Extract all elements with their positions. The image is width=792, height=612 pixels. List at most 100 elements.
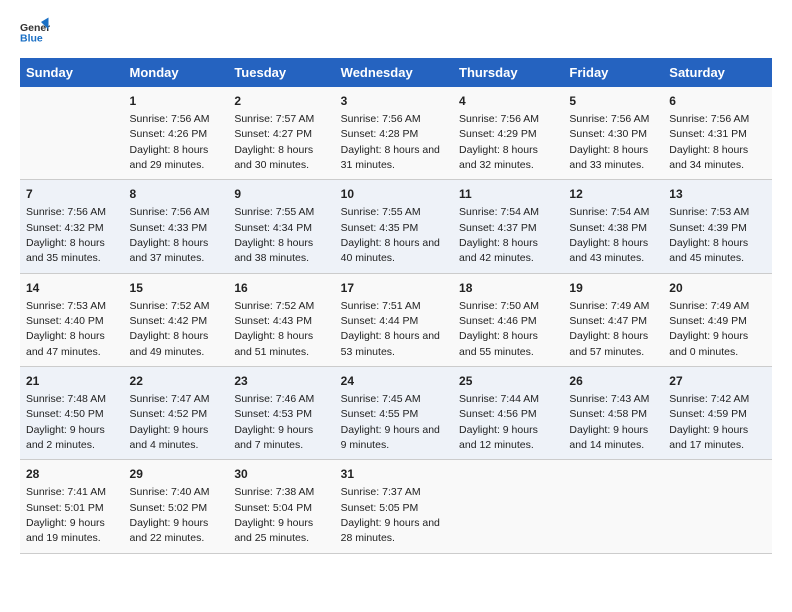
sunrise: Sunrise: 7:56 AM — [26, 206, 106, 218]
day-number: 14 — [26, 280, 118, 297]
sunrise: Sunrise: 7:40 AM — [130, 486, 210, 498]
col-header-saturday: Saturday — [663, 58, 772, 87]
daylight: Daylight: 8 hours and 45 minutes. — [669, 237, 748, 264]
day-cell: 31 Sunrise: 7:37 AM Sunset: 5:05 PM Dayl… — [335, 460, 453, 553]
day-number: 22 — [130, 373, 223, 390]
day-number: 5 — [569, 93, 657, 110]
day-number: 23 — [234, 373, 328, 390]
sunrise: Sunrise: 7:54 AM — [459, 206, 539, 218]
col-header-tuesday: Tuesday — [228, 58, 334, 87]
day-cell: 15 Sunrise: 7:52 AM Sunset: 4:42 PM Dayl… — [124, 273, 229, 366]
day-number: 13 — [669, 186, 766, 203]
sunrise: Sunrise: 7:48 AM — [26, 393, 106, 405]
day-cell: 1 Sunrise: 7:56 AM Sunset: 4:26 PM Dayli… — [124, 87, 229, 180]
day-number: 2 — [234, 93, 328, 110]
daylight: Daylight: 8 hours and 34 minutes. — [669, 144, 748, 171]
day-cell: 4 Sunrise: 7:56 AM Sunset: 4:29 PM Dayli… — [453, 87, 563, 180]
day-cell: 19 Sunrise: 7:49 AM Sunset: 4:47 PM Dayl… — [563, 273, 663, 366]
svg-text:Blue: Blue — [20, 33, 43, 45]
day-cell — [20, 87, 124, 180]
sunrise: Sunrise: 7:38 AM — [234, 486, 314, 498]
day-number: 12 — [569, 186, 657, 203]
daylight: Daylight: 9 hours and 14 minutes. — [569, 424, 648, 451]
day-cell: 27 Sunrise: 7:42 AM Sunset: 4:59 PM Dayl… — [663, 367, 772, 460]
daylight: Daylight: 9 hours and 12 minutes. — [459, 424, 538, 451]
daylight: Daylight: 8 hours and 47 minutes. — [26, 330, 105, 357]
day-number: 16 — [234, 280, 328, 297]
week-row-4: 21 Sunrise: 7:48 AM Sunset: 4:50 PM Dayl… — [20, 367, 772, 460]
day-number: 19 — [569, 280, 657, 297]
calendar-header: SundayMondayTuesdayWednesdayThursdayFrid… — [20, 58, 772, 87]
header: General Blue — [20, 16, 772, 46]
day-cell: 26 Sunrise: 7:43 AM Sunset: 4:58 PM Dayl… — [563, 367, 663, 460]
day-cell: 10 Sunrise: 7:55 AM Sunset: 4:35 PM Dayl… — [335, 180, 453, 273]
day-number: 17 — [341, 280, 447, 297]
daylight: Daylight: 8 hours and 57 minutes. — [569, 330, 648, 357]
sunrise: Sunrise: 7:56 AM — [569, 113, 649, 125]
sunrise: Sunrise: 7:52 AM — [130, 300, 210, 312]
sunrise: Sunrise: 7:49 AM — [669, 300, 749, 312]
day-cell: 18 Sunrise: 7:50 AM Sunset: 4:46 PM Dayl… — [453, 273, 563, 366]
daylight: Daylight: 8 hours and 31 minutes. — [341, 144, 440, 171]
day-number: 8 — [130, 186, 223, 203]
day-cell: 22 Sunrise: 7:47 AM Sunset: 4:52 PM Dayl… — [124, 367, 229, 460]
day-cell: 17 Sunrise: 7:51 AM Sunset: 4:44 PM Dayl… — [335, 273, 453, 366]
day-number: 3 — [341, 93, 447, 110]
week-row-1: 1 Sunrise: 7:56 AM Sunset: 4:26 PM Dayli… — [20, 87, 772, 180]
day-number: 7 — [26, 186, 118, 203]
sunrise: Sunrise: 7:53 AM — [26, 300, 106, 312]
day-cell: 16 Sunrise: 7:52 AM Sunset: 4:43 PM Dayl… — [228, 273, 334, 366]
daylight: Daylight: 9 hours and 4 minutes. — [130, 424, 209, 451]
sunset: Sunset: 4:28 PM — [341, 128, 419, 140]
day-number: 9 — [234, 186, 328, 203]
sunrise: Sunrise: 7:55 AM — [234, 206, 314, 218]
daylight: Daylight: 8 hours and 40 minutes. — [341, 237, 440, 264]
sunset: Sunset: 4:59 PM — [669, 408, 747, 420]
daylight: Daylight: 8 hours and 35 minutes. — [26, 237, 105, 264]
sunrise: Sunrise: 7:57 AM — [234, 113, 314, 125]
sunrise: Sunrise: 7:47 AM — [130, 393, 210, 405]
day-cell: 6 Sunrise: 7:56 AM Sunset: 4:31 PM Dayli… — [663, 87, 772, 180]
day-number: 11 — [459, 186, 557, 203]
sunset: Sunset: 5:04 PM — [234, 502, 312, 514]
daylight: Daylight: 8 hours and 43 minutes. — [569, 237, 648, 264]
day-number: 31 — [341, 466, 447, 483]
day-cell: 12 Sunrise: 7:54 AM Sunset: 4:38 PM Dayl… — [563, 180, 663, 273]
day-cell: 23 Sunrise: 7:46 AM Sunset: 4:53 PM Dayl… — [228, 367, 334, 460]
sunset: Sunset: 4:34 PM — [234, 222, 312, 234]
sunset: Sunset: 4:56 PM — [459, 408, 537, 420]
daylight: Daylight: 8 hours and 33 minutes. — [569, 144, 648, 171]
sunset: Sunset: 4:40 PM — [26, 315, 104, 327]
sunset: Sunset: 4:26 PM — [130, 128, 208, 140]
sunrise: Sunrise: 7:43 AM — [569, 393, 649, 405]
day-cell — [563, 460, 663, 553]
day-number: 24 — [341, 373, 447, 390]
day-number: 10 — [341, 186, 447, 203]
sunset: Sunset: 4:27 PM — [234, 128, 312, 140]
col-header-wednesday: Wednesday — [335, 58, 453, 87]
logo-icon: General Blue — [20, 16, 50, 46]
day-cell — [453, 460, 563, 553]
daylight: Daylight: 9 hours and 7 minutes. — [234, 424, 313, 451]
day-number: 18 — [459, 280, 557, 297]
sunrise: Sunrise: 7:37 AM — [341, 486, 421, 498]
col-header-friday: Friday — [563, 58, 663, 87]
daylight: Daylight: 9 hours and 9 minutes. — [341, 424, 440, 451]
daylight: Daylight: 8 hours and 30 minutes. — [234, 144, 313, 171]
col-header-monday: Monday — [124, 58, 229, 87]
sunset: Sunset: 4:52 PM — [130, 408, 208, 420]
day-cell: 13 Sunrise: 7:53 AM Sunset: 4:39 PM Dayl… — [663, 180, 772, 273]
sunset: Sunset: 4:49 PM — [669, 315, 747, 327]
sunrise: Sunrise: 7:49 AM — [569, 300, 649, 312]
sunrise: Sunrise: 7:55 AM — [341, 206, 421, 218]
col-header-sunday: Sunday — [20, 58, 124, 87]
day-cell: 24 Sunrise: 7:45 AM Sunset: 4:55 PM Dayl… — [335, 367, 453, 460]
sunset: Sunset: 4:50 PM — [26, 408, 104, 420]
day-cell: 20 Sunrise: 7:49 AM Sunset: 4:49 PM Dayl… — [663, 273, 772, 366]
week-row-3: 14 Sunrise: 7:53 AM Sunset: 4:40 PM Dayl… — [20, 273, 772, 366]
day-number: 29 — [130, 466, 223, 483]
sunrise: Sunrise: 7:41 AM — [26, 486, 106, 498]
daylight: Daylight: 9 hours and 25 minutes. — [234, 517, 313, 544]
sunrise: Sunrise: 7:56 AM — [459, 113, 539, 125]
sunset: Sunset: 4:46 PM — [459, 315, 537, 327]
